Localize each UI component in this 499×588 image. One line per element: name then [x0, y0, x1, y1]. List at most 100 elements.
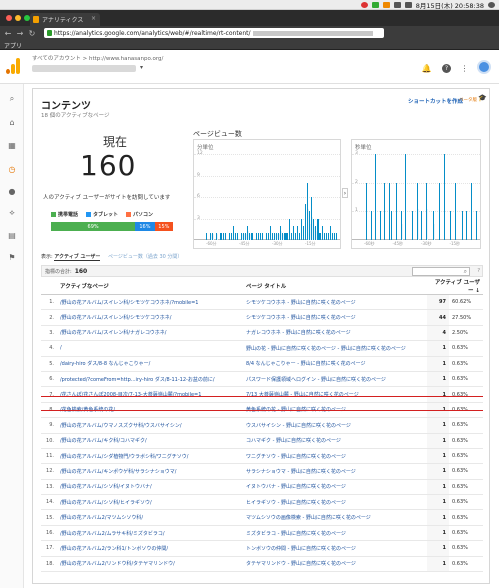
chart-bar[interactable]	[309, 211, 311, 240]
chart-bar[interactable]	[311, 197, 313, 240]
close-window-icon[interactable]	[6, 15, 12, 21]
bookmark-apps[interactable]: アプリ	[4, 41, 22, 50]
row-page-link[interactable]: /野山の花アルバム/シダ植物門/ウラボシ科/ワニグチソウ/	[57, 448, 243, 465]
address-bar[interactable]: https://analytics.google.com/analytics/w…	[44, 28, 384, 38]
analytics-logo-icon[interactable]	[6, 58, 20, 74]
chart-bar[interactable]	[292, 225, 294, 240]
status-icon-orange[interactable]	[382, 2, 390, 8]
account-selector[interactable]	[32, 65, 136, 72]
table-row[interactable]: 4. / 野山の花 - 野山に自然に咲く花のページ - 野山に自然に咲く花のページ 1…	[41, 340, 484, 357]
chart-bar[interactable]	[216, 232, 218, 240]
search-icon[interactable]: ⌕	[464, 268, 467, 276]
chart-bar[interactable]	[224, 232, 226, 240]
chart-bar[interactable]	[243, 232, 245, 240]
help-icon[interactable]: ?	[477, 268, 480, 274]
chart-bar[interactable]	[261, 232, 263, 240]
col-header-title[interactable]: ページ タイトル	[243, 278, 427, 295]
avatar[interactable]	[477, 60, 491, 74]
table-row[interactable]: 2./野山の花アルバム/スイレン科/シモツケコウホネ/シモツケコウホネ - 野山…	[41, 309, 484, 326]
chart-bar[interactable]	[426, 182, 428, 240]
chart-bar[interactable]	[206, 232, 208, 240]
chart-bar[interactable]	[307, 182, 309, 240]
chart-bar[interactable]	[305, 204, 307, 240]
share-icon[interactable]: ⟡	[7, 208, 17, 218]
chart-bar[interactable]	[286, 232, 288, 240]
chart-bar[interactable]	[220, 232, 222, 240]
chart-bar[interactable]	[280, 225, 282, 240]
chart-bar[interactable]	[417, 182, 419, 240]
row-page-link[interactable]: /野山の花アルバム2/リンドウ科/タテヤマリンドウ/	[57, 556, 243, 573]
status-icon-red[interactable]	[360, 2, 368, 8]
chart-bar[interactable]	[222, 232, 224, 240]
back-icon[interactable]: ←	[4, 29, 12, 38]
chart-bar[interactable]	[449, 211, 451, 240]
table-row[interactable]: 18./野山の花アルバム2/リンドウ科/タテヤマリンドウ/タテヤマリンドウ - …	[41, 556, 484, 573]
chart-bar[interactable]	[454, 182, 456, 240]
chart-bar[interactable]	[251, 232, 253, 240]
table-row[interactable]: 7./花さんぽ/花さんぽ2008-目次/7-13-大菩薩嶺山麓/?mobile=…	[41, 386, 484, 403]
table-icon[interactable]: ▤	[7, 230, 17, 240]
chart-bar[interactable]	[383, 182, 385, 240]
chart-bar[interactable]	[470, 182, 472, 240]
chart-bar[interactable]	[365, 182, 367, 240]
spotlight-icon[interactable]	[488, 2, 495, 8]
chart-bar[interactable]	[228, 232, 230, 240]
row-page-link[interactable]: /野山の花アルバム/キク科/コハマギク/	[57, 433, 243, 449]
row-page-link[interactable]: /野山の花アルバム/シソ科/ヒイラギソウ/	[57, 494, 243, 511]
row-page-link[interactable]: /野山の花アルバム2/ラン科1/トンボソウの仲間/	[57, 540, 243, 557]
chart-bar[interactable]	[274, 232, 276, 240]
chart-bar[interactable]	[267, 232, 269, 240]
chart-bar[interactable]	[333, 232, 335, 240]
row-page-link[interactable]: /野山の花アルバム/キンポウゲ科/サラシナショウマ/	[57, 463, 243, 480]
help-icon[interactable]: ?	[442, 64, 451, 73]
chart-bar[interactable]	[421, 211, 422, 240]
chart-bar[interactable]	[247, 225, 249, 240]
row-page-link[interactable]: /dairy-hiro ダス/8-8 なんじゃこりゃー/	[57, 356, 243, 372]
chart-bar[interactable]	[278, 232, 280, 240]
row-page-link[interactable]: /野山の花アルバム/スイレン科/ナガレコウホネ/	[57, 325, 243, 342]
menubar-clock[interactable]: 8月15日(木) 20:58:38	[416, 0, 484, 10]
chart-bar[interactable]	[331, 232, 333, 240]
tab-pageviews[interactable]: ページビュー数（過去 30 分間）	[108, 254, 182, 260]
chart-bar[interactable]	[335, 232, 338, 240]
chart-bar[interactable]	[396, 182, 398, 240]
chart-bar[interactable]	[315, 225, 317, 240]
home-icon[interactable]: ⌂	[7, 117, 17, 127]
wifi-icon[interactable]	[393, 2, 401, 8]
table-row[interactable]: 10./野山の花アルバム/キク科/コハマギク/コハマギク - 野山に自然に咲く花…	[41, 433, 484, 449]
table-row[interactable]: 5./dairy-hiro ダス/8-8 なんじゃこりゃー/8/4 なんじゃこり…	[41, 356, 484, 372]
graduation-cap-icon[interactable]: 🎓	[478, 94, 487, 102]
chart-bar[interactable]	[232, 225, 234, 240]
row-page-link[interactable]: /花さんぽ/花さんぽ2008-目次/7-13-大菩薩嶺山麓/?mobile=1	[57, 386, 243, 403]
row-page-link[interactable]: /野山の花アルバム/スイレン科/シモツケコウホネ/	[57, 309, 243, 326]
chart-bar[interactable]	[298, 232, 300, 240]
chevron-down-icon[interactable]: ▾	[140, 64, 143, 71]
table-row[interactable]: 6./protected/?comeFrom=http...iry-hiro ダ…	[41, 371, 484, 388]
bell-icon[interactable]: 🔔	[422, 64, 432, 73]
reload-icon[interactable]: ↻	[28, 29, 36, 38]
account-breadcrumb[interactable]: すべてのアカウント > http://www.hanasanpo.org/	[32, 54, 163, 62]
col-header-active-users[interactable]: アクティブ ユーザー ↓	[427, 278, 484, 295]
row-page-link[interactable]: /野山の花アルバム2/マツムシソウ科/	[57, 509, 243, 526]
chart-bar[interactable]	[433, 211, 435, 240]
chart-bar[interactable]	[329, 225, 331, 240]
col-header-page[interactable]: アクティブなページ	[57, 278, 243, 295]
chart-bar[interactable]	[269, 225, 272, 240]
chart-bar[interactable]	[282, 232, 284, 240]
battery-icon[interactable]	[404, 2, 412, 8]
chart-bar[interactable]	[325, 232, 327, 240]
chart-bar[interactable]	[374, 154, 376, 240]
browser-tab[interactable]: アナリティクス ×	[30, 13, 100, 26]
table-row[interactable]: 9./野山の花アルバム/ウマノスズクサ科/ウスバサイシン/ウスバサイシン - 野…	[41, 417, 484, 434]
row-page-link[interactable]: /野山の花アルバム/シソ科/イヌトウバナ/	[57, 479, 243, 496]
chart-bar[interactable]	[465, 211, 467, 240]
chart-bar[interactable]	[313, 218, 315, 240]
chart-bar[interactable]	[412, 211, 414, 240]
row-page-link[interactable]: /protected/?comeFrom=http...iry-hiro ダス/…	[57, 371, 243, 388]
chart-bar[interactable]	[210, 232, 212, 240]
chevron-right-icon[interactable]: ›	[342, 188, 348, 198]
chart-bar[interactable]	[476, 211, 478, 240]
chart-bar[interactable]	[323, 232, 325, 240]
chart-bar[interactable]	[249, 232, 251, 240]
chart-bar[interactable]	[438, 182, 440, 240]
